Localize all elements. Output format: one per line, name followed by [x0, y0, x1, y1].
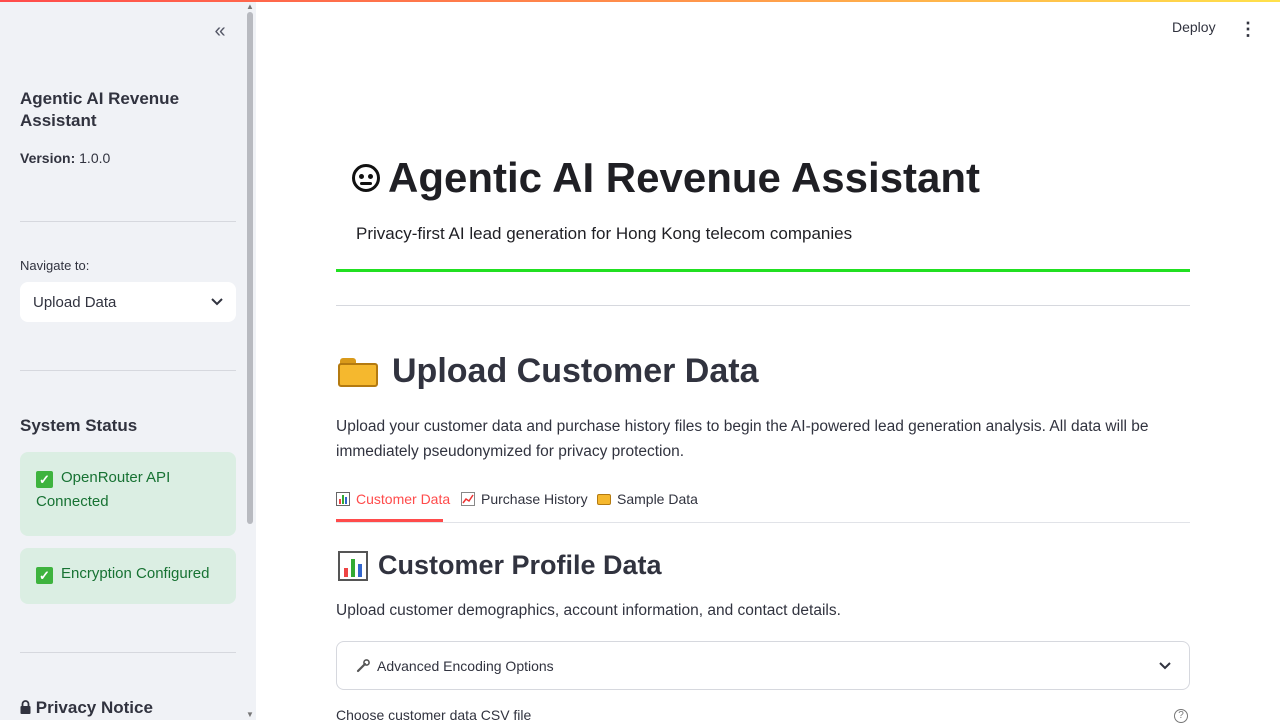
page-title: Agentic AI Revenue Assistant — [352, 154, 980, 202]
tab-label: Customer Data — [356, 491, 451, 507]
wrench-icon — [355, 658, 371, 674]
tab-purchase-history[interactable]: Purchase History — [461, 491, 588, 507]
bar-chart-icon — [338, 550, 368, 581]
subsection-heading-text: Customer Profile Data — [378, 550, 662, 580]
sidebar-app-title: Agentic AI Revenue Assistant — [20, 89, 180, 130]
subsection-heading: Customer Profile Data — [338, 550, 662, 581]
tab-label: Sample Data — [617, 491, 698, 507]
folder-icon — [597, 493, 611, 505]
divider — [20, 652, 236, 653]
status-text: OpenRouter API Connected — [36, 469, 171, 510]
bar-chart-icon — [336, 492, 350, 506]
expander-label: Advanced Encoding Options — [377, 657, 554, 674]
chevron-down-icon — [1159, 661, 1171, 669]
section-heading-text: Upload Customer Data — [392, 352, 759, 390]
tab-customer-data[interactable]: Customer Data — [336, 491, 450, 507]
status-text: Encryption Configured — [61, 565, 210, 582]
deploy-button[interactable]: Deploy — [1172, 19, 1216, 35]
section-description: Upload your customer data and purchase h… — [336, 418, 1149, 460]
active-tab-indicator — [336, 519, 443, 522]
divider — [20, 370, 236, 371]
green-divider — [336, 269, 1190, 272]
tab-sample-data[interactable]: Sample Data — [597, 491, 698, 507]
check-icon: ✓ — [36, 471, 53, 488]
folder-icon — [338, 357, 378, 387]
scroll-up-icon[interactable]: ▲ — [246, 2, 254, 11]
nav-label: Navigate to: — [20, 258, 90, 273]
version-info: Version: 1.0.0 — [20, 150, 110, 166]
sidebar: « Agentic AI Revenue Assistant Version: … — [0, 2, 256, 720]
divider — [20, 221, 236, 222]
tab-bar: Customer Data Purchase History Sample Da… — [336, 488, 1190, 523]
privacy-heading-text: Privacy Notice — [35, 698, 153, 717]
tab-label: Purchase History — [481, 491, 588, 507]
subsection-description: Upload customer demographics, account in… — [336, 602, 841, 619]
status-encryption: ✓ Encryption Configured — [20, 548, 236, 604]
version-value: 1.0.0 — [79, 150, 111, 166]
check-icon: ✓ — [36, 567, 53, 584]
file-input-label: Choose customer data CSV file — [336, 707, 532, 723]
main-menu-icon[interactable]: ⋮ — [1238, 18, 1258, 42]
lock-icon — [20, 700, 31, 714]
help-icon[interactable]: ? — [1174, 709, 1188, 723]
section-heading: Upload Customer Data — [338, 352, 759, 391]
sidebar-scrollbar[interactable] — [247, 12, 253, 524]
system-status-heading: System Status — [20, 416, 138, 435]
navigation-select[interactable]: Upload Data — [20, 282, 236, 322]
collapse-sidebar-icon[interactable]: « — [210, 21, 230, 42]
line-chart-icon — [461, 492, 475, 506]
version-label: Version: — [20, 150, 76, 166]
page-title-text: Agentic AI Revenue Assistant — [388, 154, 981, 201]
divider — [336, 305, 1190, 306]
chevron-down-icon — [211, 298, 223, 306]
status-openrouter: ✓ OpenRouter API Connected — [20, 452, 236, 536]
scroll-down-icon[interactable]: ▼ — [246, 710, 254, 719]
page-subtitle: Privacy-first AI lead generation for Hon… — [356, 224, 853, 243]
advanced-encoding-expander[interactable]: Advanced Encoding Options — [336, 641, 1190, 690]
navigation-select-value: Upload Data — [33, 293, 117, 311]
robot-icon — [352, 164, 380, 192]
privacy-notice-heading: Privacy Notice — [20, 698, 153, 718]
